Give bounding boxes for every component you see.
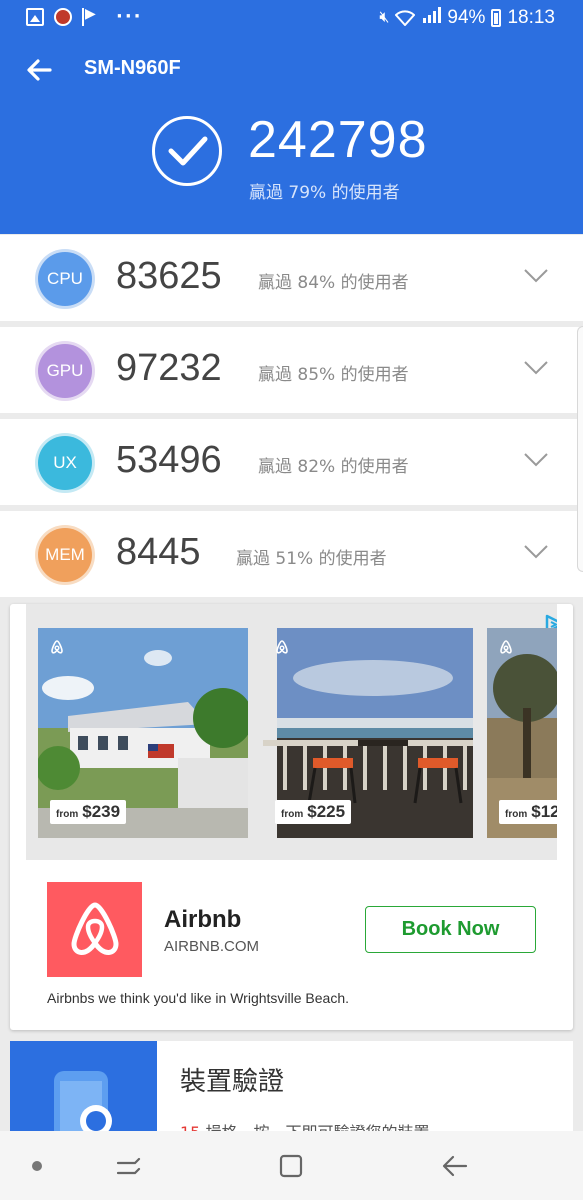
ux-badge: UX — [38, 436, 92, 490]
gpu-rank: 贏過 85% 的使用者 — [258, 365, 409, 385]
ux-rank: 贏過 82% 的使用者 — [258, 457, 409, 477]
price-from-label: from — [281, 809, 304, 820]
cpu-badge: CPU — [38, 252, 92, 306]
back-arrow-icon[interactable] — [24, 54, 56, 86]
app-notification-icon — [54, 8, 72, 26]
device-name: SM-N960F — [84, 57, 181, 79]
price-tag: from $12 — [499, 800, 557, 824]
mute-icon: 🔇︎ — [379, 9, 390, 26]
header: ··· 🔇︎ 94% 18:13 SM-N960F 242798 贏過 79% … — [0, 0, 583, 234]
battery-icon — [491, 9, 502, 27]
chevron-down-icon[interactable] — [524, 268, 548, 284]
chevron-down-icon[interactable] — [524, 452, 548, 468]
gpu-badge: GPU — [38, 344, 92, 398]
price-from-label: from — [505, 809, 528, 820]
airbnb-logo[interactable] — [47, 882, 142, 977]
listing-card[interactable]: from $225 — [263, 628, 473, 838]
mem-rank: 贏過 51% 的使用者 — [236, 549, 387, 569]
price-value: $239 — [82, 802, 121, 821]
total-score: 242798 — [248, 111, 428, 169]
score-row-ux[interactable]: UX 53496 贏過 82% 的使用者 — [0, 419, 583, 505]
gallery-notification-icon — [26, 8, 44, 26]
recent-apps-icon[interactable] — [114, 1151, 144, 1181]
price-from-label: from — [56, 809, 79, 820]
book-now-button[interactable]: Book Now — [365, 906, 536, 953]
price-tag: from $239 — [50, 800, 127, 824]
signal-icon — [421, 7, 442, 29]
score-row-gpu[interactable]: GPU 97232 贏過 85% 的使用者 — [0, 327, 583, 413]
mem-score: 8445 — [116, 531, 201, 573]
airbnb-logo-icon — [71, 902, 118, 955]
price-value: $12 — [531, 802, 557, 821]
back-icon[interactable] — [440, 1151, 470, 1181]
score-row-mem[interactable]: MEM 8445 贏過 51% 的使用者 — [0, 511, 583, 597]
listing-card[interactable]: from $12 — [487, 628, 557, 838]
airbnb-logo-icon — [51, 640, 63, 654]
wifi-icon — [395, 10, 416, 27]
verify-illustration — [10, 1041, 157, 1141]
advertiser-domain: AIRBNB.COM — [164, 938, 260, 955]
listing-carousel[interactable]: from $239 from $225 from $12 — [26, 604, 557, 860]
total-rank: 贏過 79% 的使用者 — [249, 183, 400, 203]
verify-title: 裝置驗證 — [180, 1067, 285, 1097]
edge-panel-handle[interactable] — [577, 326, 583, 572]
device-verify-card[interactable]: 裝置驗證 15 揖格，按一下即可驗證您的裝置。 — [10, 1041, 573, 1141]
price-value: $225 — [307, 802, 346, 821]
airbnb-logo-icon — [500, 640, 512, 654]
check-circle-icon — [152, 116, 222, 186]
more-notifications-icon: ··· — [116, 6, 143, 27]
clock: 18:13 — [507, 7, 555, 28]
ad-card[interactable]: from $239 from $225 from $12 Airbnb AIRB… — [10, 604, 573, 1030]
listing-card[interactable]: from $239 — [38, 628, 248, 838]
ux-score: 53496 — [116, 439, 222, 481]
navigation-bar — [0, 1131, 583, 1200]
battery-percent: 94% — [447, 7, 486, 28]
status-bar: ··· 🔇︎ 94% 18:13 — [0, 0, 583, 36]
phone-search-icon — [54, 1071, 112, 1141]
gpu-score: 97232 — [116, 347, 222, 389]
chevron-down-icon[interactable] — [524, 544, 548, 560]
ad-description: Airbnbs we think you'd like in Wrightsvi… — [47, 990, 349, 1006]
chevron-down-icon[interactable] — [524, 360, 548, 376]
cpu-score: 83625 — [116, 255, 222, 297]
airbnb-logo-icon — [276, 640, 288, 654]
cpu-rank: 贏過 84% 的使用者 — [258, 273, 409, 293]
price-tag: from $225 — [275, 800, 352, 824]
flag-notification-icon — [82, 6, 100, 26]
mem-badge: MEM — [38, 528, 92, 582]
home-icon[interactable] — [276, 1151, 306, 1181]
hide-navbar-dot-icon[interactable] — [32, 1161, 42, 1171]
score-row-cpu[interactable]: CPU 83625 贏過 84% 的使用者 — [0, 235, 583, 321]
advertiser-name[interactable]: Airbnb — [164, 906, 241, 934]
